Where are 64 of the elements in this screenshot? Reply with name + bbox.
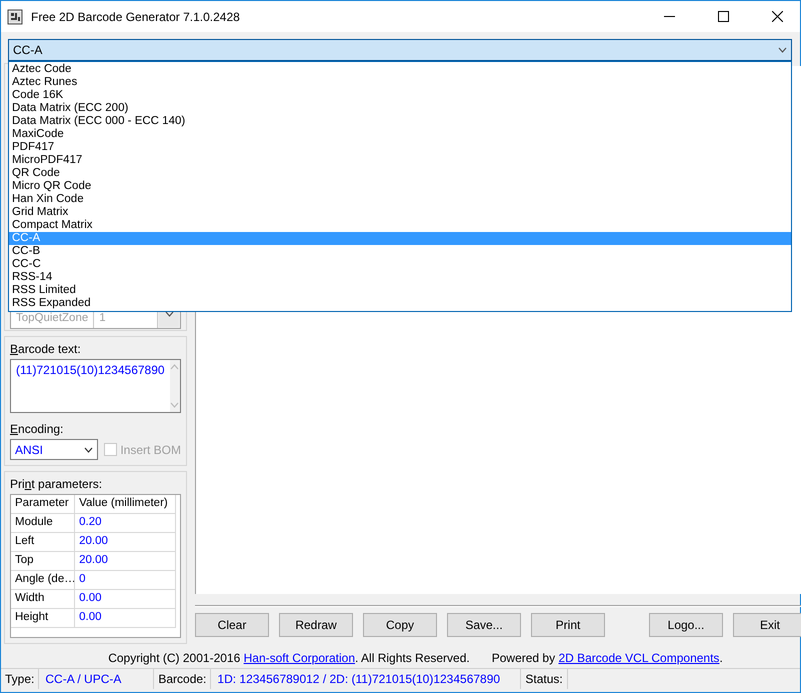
dropdown-option[interactable]: Aztec Runes (9, 76, 791, 89)
table-cell: Height (11, 609, 76, 627)
dropdown-option[interactable]: Han Xin Code (9, 193, 791, 206)
chevron-down-icon (84, 446, 94, 452)
table-cell: 0.20 (75, 514, 176, 532)
dropdown-option[interactable]: RSS Limited (9, 284, 791, 297)
dropdown-option[interactable]: Aztec Code (9, 63, 791, 76)
maximize-icon (718, 11, 728, 22)
close-icon (772, 11, 782, 22)
table-cell: Left (11, 533, 76, 551)
column-header: Value (millimeter) (75, 495, 176, 513)
table-cell: Angle (de… (11, 571, 76, 589)
barcode-text-label: Barcode text: (10, 342, 82, 356)
copyright-text: Copyright (C) 2001-2016 Han-soft Corporation. All Rights Reserved. (108, 651, 470, 665)
table-cell: 0.00 (75, 609, 176, 627)
chevron-down-icon (778, 47, 787, 53)
dropdown-option[interactable]: Data Matrix (ECC 200) (9, 102, 791, 115)
dropdown-option[interactable]: MicroPDF417 (9, 154, 791, 167)
component-link[interactable]: 2D Barcode VCL Components (558, 651, 720, 665)
dropdown-option[interactable]: CC-C (9, 258, 791, 271)
scroll-up-icon (170, 364, 180, 370)
table-cell: Module (11, 514, 76, 532)
action-button[interactable]: Print (531, 613, 605, 637)
powered-by-text: Powered by 2D Barcode VCL Components. (492, 651, 723, 665)
table-cell: Top (11, 552, 76, 570)
dropdown-option[interactable]: PDF417 (9, 141, 791, 154)
status-label: Status: (521, 669, 568, 689)
column-header: Parameter (11, 495, 76, 513)
minimize-icon (664, 16, 674, 18)
status-value: CC-A / UPC-A (39, 669, 154, 689)
table-cell: 0.00 (75, 590, 176, 608)
dropdown-option[interactable]: Code 16K (9, 89, 791, 102)
dropdown-option[interactable]: QR Code (9, 167, 791, 180)
action-button[interactable]: Logo... (649, 613, 723, 637)
dropdown-option[interactable]: Compact Matrix (9, 219, 791, 232)
dropdown-option[interactable]: MaxiCode (9, 128, 791, 141)
barcode-text-field[interactable]: (11)721015(10)1234567890 (10, 359, 181, 413)
status-label: Barcode: (154, 669, 212, 689)
action-button[interactable]: Exit (733, 613, 801, 637)
chevron-down-icon (164, 311, 174, 317)
table-cell: 20.00 (75, 533, 176, 551)
company-link[interactable]: Han-soft Corporation (244, 651, 356, 665)
table-cell: 20.00 (75, 552, 176, 570)
dropdown-option[interactable]: Micro QR Code (9, 180, 791, 193)
dropdown-option[interactable]: RSS Expanded (9, 297, 791, 310)
dropdown-option[interactable]: Data Matrix (ECC 000 - ECC 140) (9, 115, 791, 128)
status-value: 1D: 123456789012 / 2D: (11)721015(10)1234567890 (211, 669, 522, 689)
action-button[interactable]: Copy (363, 613, 437, 637)
action-button[interactable]: Clear (195, 613, 269, 637)
encoding-select[interactable]: ANSI (10, 439, 98, 460)
chevron-down-icon (170, 402, 180, 408)
status-label: Type: (1, 669, 40, 689)
encoding-label: Encoding: (10, 422, 64, 436)
dropdown-option[interactable]: Grid Matrix (9, 206, 791, 219)
barcode-type-dropdown[interactable]: CC-A (8, 39, 792, 61)
window-title: Free 2D Barcode Generator 7.1.0.2428 (31, 10, 241, 24)
table-cell: Width (11, 590, 76, 608)
table-cell: 0 (75, 571, 176, 589)
dropdown-option[interactable]: CC-B (9, 245, 791, 258)
dropdown-option[interactable]: RSS-14 (9, 271, 791, 284)
action-button[interactable]: Redraw (279, 613, 353, 637)
print-parameters-label: Print parameters: (10, 477, 104, 491)
app-icon (7, 8, 23, 24)
action-button[interactable]: Save... (447, 613, 521, 637)
